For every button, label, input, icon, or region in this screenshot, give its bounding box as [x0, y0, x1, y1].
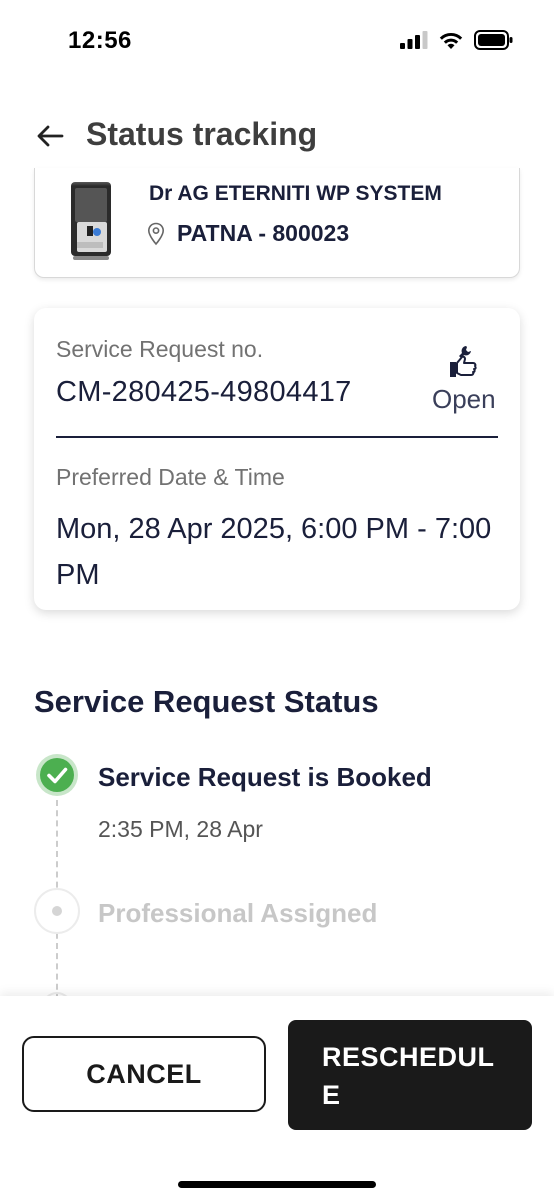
wifi-icon [439, 32, 463, 49]
service-request-card: Service Request no. CM-280425-49804417 O… [34, 308, 520, 610]
timeline-step-assigned: Professional Assigned [98, 898, 378, 928]
status-timeline: Service Request is Booked 2:35 PM, 28 Ap… [34, 752, 520, 1022]
status-bar: 12:56 [0, 0, 554, 80]
check-circle-icon [36, 754, 78, 796]
preferred-date-label: Preferred Date & Time [56, 464, 285, 490]
section-title: Service Request Status [34, 684, 379, 719]
cancel-button[interactable]: CANCEL [22, 1036, 266, 1112]
pending-dot [52, 906, 62, 916]
arrow-left-icon[interactable] [30, 118, 70, 154]
map-pin-icon [147, 222, 165, 245]
card-divider [56, 436, 498, 438]
status-icons [400, 30, 514, 50]
card-fade [35, 168, 519, 186]
service-request-status: Open [432, 384, 496, 414]
service-request-number: CM-280425-49804417 [56, 376, 352, 408]
bottom-action-bar: CANCEL RESCHEDULE [0, 996, 554, 1200]
signal-icon [400, 31, 428, 49]
product-card[interactable]: Dr AG ETERNITI WP SYSTEM PATNA - 800023 [34, 168, 520, 278]
product-location: PATNA - 800023 [147, 220, 349, 247]
timeline-step-booked-time: 2:35 PM, 28 Apr [98, 816, 263, 842]
service-request-label: Service Request no. [56, 336, 264, 362]
reschedule-button[interactable]: RESCHEDULE [288, 1020, 532, 1130]
pending-step-icon [34, 888, 80, 934]
home-indicator[interactable] [178, 1181, 376, 1188]
status-time: 12:56 [68, 27, 132, 54]
page-title: Status tracking [86, 116, 318, 152]
preferred-date-value: Mon, 28 Apr 2025, 6:00 PM - 7:00 PM [56, 513, 492, 591]
timeline-step-booked: Service Request is Booked [98, 762, 432, 792]
water-purifier-image [71, 182, 111, 260]
location-text: PATNA - 800023 [177, 220, 350, 246]
thumbs-up-wrench-icon [450, 346, 477, 377]
battery-icon [474, 30, 513, 50]
